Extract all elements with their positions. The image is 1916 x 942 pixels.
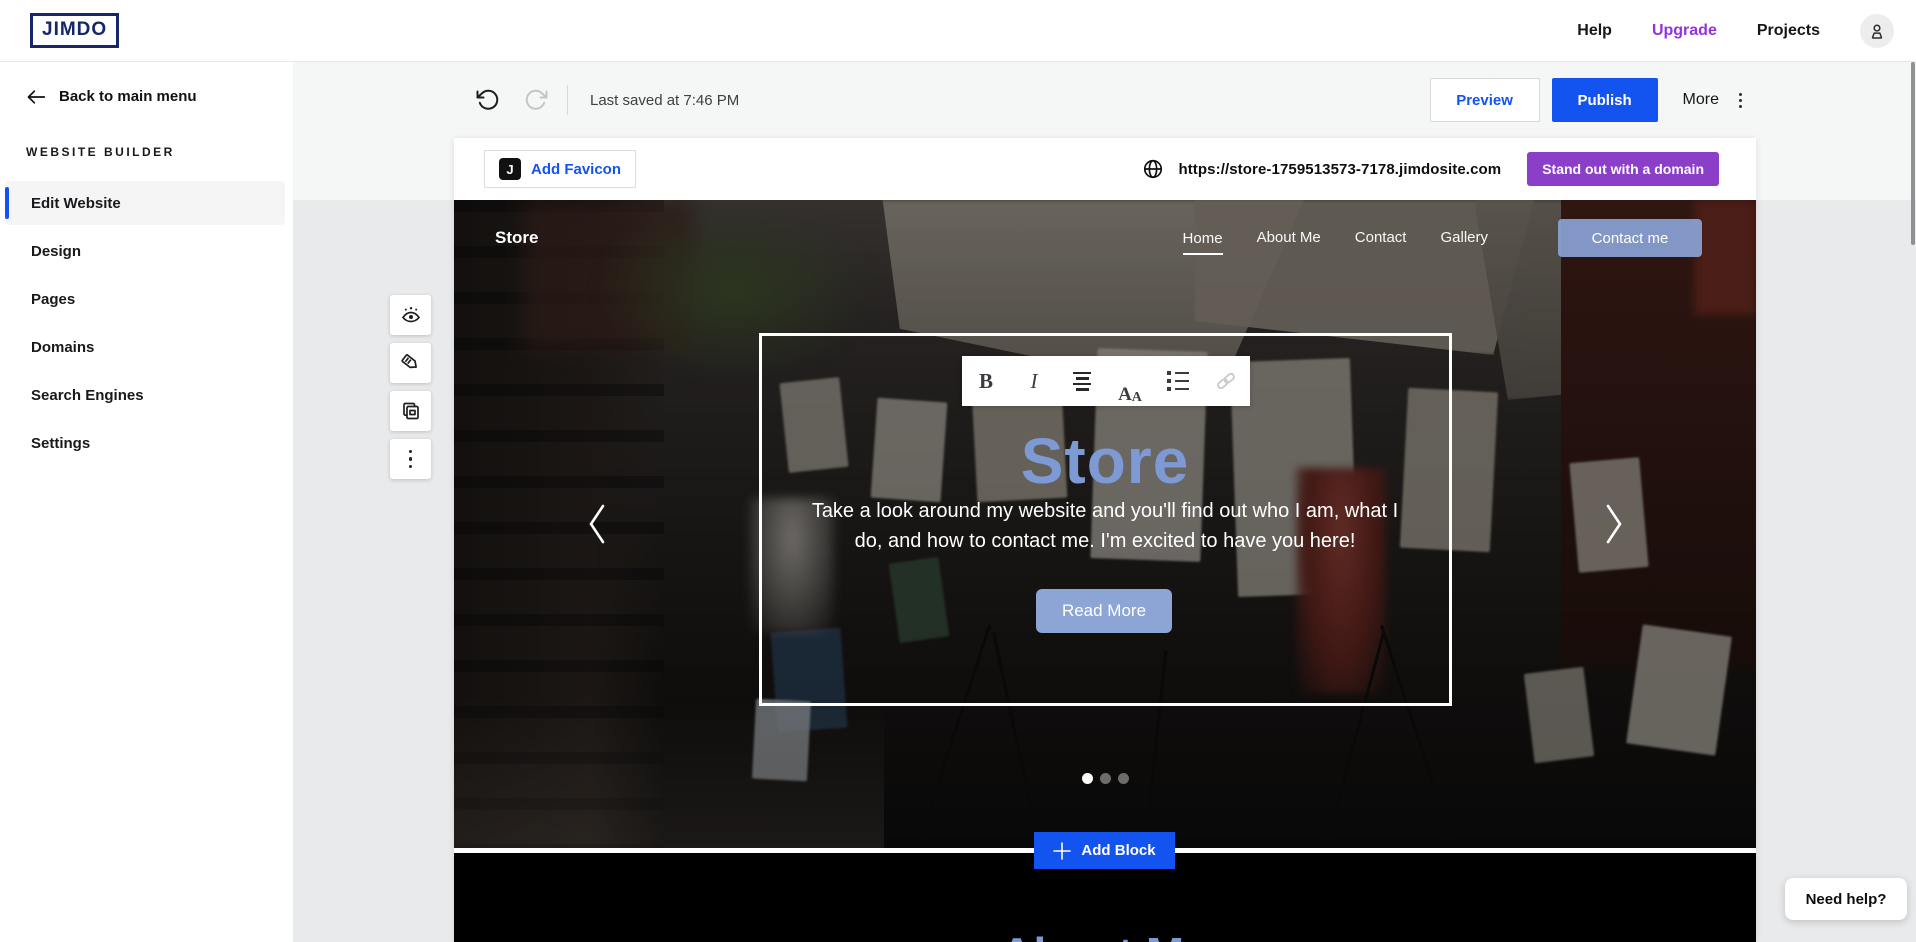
jimdo-logo[interactable]: JIMDO xyxy=(30,13,119,48)
favicon-domain-bar: J Add Favicon https://store-1759513573-7… xyxy=(454,138,1756,200)
site-nav-links: Home About Me Contact Gallery Contact me xyxy=(1183,219,1702,257)
back-to-main-menu[interactable]: Back to main menu xyxy=(0,62,293,105)
nav-contact[interactable]: Contact xyxy=(1355,229,1407,248)
back-label: Back to main menu xyxy=(59,88,197,105)
projects-link[interactable]: Projects xyxy=(1757,22,1820,40)
topbar-links: Help Upgrade Projects xyxy=(1577,14,1894,48)
carousel-dot-1[interactable] xyxy=(1082,773,1093,784)
site-navbar: Store Home About Me Contact Gallery Cont… xyxy=(454,200,1756,276)
add-favicon-button[interactable]: J Add Favicon xyxy=(484,150,636,188)
sidebar-item-search-engines[interactable]: Search Engines xyxy=(5,373,285,417)
carousel-dot-2[interactable] xyxy=(1100,773,1111,784)
sidebar-item-pages[interactable]: Pages xyxy=(5,277,285,321)
last-saved-status: Last saved at 7:46 PM xyxy=(590,92,739,109)
carousel-next-button[interactable] xyxy=(1603,503,1625,545)
website-preview-sheet: J Add Favicon https://store-1759513573-7… xyxy=(454,138,1756,942)
copy-icon xyxy=(399,399,423,423)
hero-body-text[interactable]: Take a look around my website and you'll… xyxy=(745,496,1465,556)
nav-home[interactable]: Home xyxy=(1183,230,1223,255)
undo-button[interactable] xyxy=(471,83,505,117)
add-favicon-label: Add Favicon xyxy=(531,161,621,178)
stand-out-domain-button[interactable]: Stand out with a domain xyxy=(1527,152,1719,186)
domain-info: https://store-1759513573-7178.jimdosite.… xyxy=(1142,152,1719,186)
more-kebab-icon[interactable] xyxy=(1735,89,1746,112)
duplicate-block-button[interactable] xyxy=(390,391,431,431)
publish-button[interactable]: Publish xyxy=(1552,78,1658,122)
block-more-button[interactable] xyxy=(390,439,431,479)
page-scrollbar-thumb[interactable] xyxy=(1911,62,1915,245)
account-avatar[interactable] xyxy=(1860,14,1894,48)
editor-main-area: Last saved at 7:46 PM Preview Publish Mo… xyxy=(293,62,1916,942)
carousel-prev-button[interactable] xyxy=(586,503,608,545)
toolbar-divider xyxy=(567,85,568,115)
read-more-button[interactable]: Read More xyxy=(1036,589,1172,633)
add-block-button[interactable]: Add Block xyxy=(1034,832,1175,869)
top-app-bar: JIMDO Help Upgrade Projects xyxy=(0,0,1916,62)
italic-button[interactable]: I xyxy=(1010,356,1058,406)
hide-block-button[interactable] xyxy=(390,295,431,335)
site-url: https://store-1759513573-7178.jimdosite.… xyxy=(1178,161,1501,178)
hero-title[interactable]: Store xyxy=(454,424,1756,498)
plus-icon xyxy=(1053,842,1071,860)
list-icon xyxy=(1167,371,1189,391)
more-button[interactable]: More xyxy=(1683,91,1719,109)
sidebar-menu: Edit Website Design Pages Domains Search… xyxy=(0,181,293,465)
bold-button[interactable]: B xyxy=(962,356,1010,406)
redo-icon xyxy=(524,88,548,112)
text-format-toolbar: B I AA xyxy=(962,356,1250,406)
tag-icon xyxy=(399,351,423,375)
add-block-label: Add Block xyxy=(1081,842,1155,859)
hero-section[interactable]: Store Home About Me Contact Gallery Cont… xyxy=(454,200,1756,848)
about-section-title[interactable]: About Me xyxy=(454,927,1756,942)
kebab-icon xyxy=(409,450,413,469)
carousel-dots xyxy=(454,773,1756,784)
arrow-left-icon xyxy=(26,89,46,105)
eye-icon xyxy=(399,303,423,327)
undo-icon xyxy=(476,88,500,112)
nav-about-me[interactable]: About Me xyxy=(1257,229,1321,248)
font-style-button[interactable]: AA xyxy=(1106,356,1154,406)
chevron-right-icon xyxy=(1603,503,1625,545)
sidebar-item-edit-website[interactable]: Edit Website xyxy=(5,181,285,225)
editor-toolbar: Last saved at 7:46 PM Preview Publish Mo… xyxy=(293,62,1916,138)
upgrade-link[interactable]: Upgrade xyxy=(1652,22,1717,40)
sidebar-item-domains[interactable]: Domains xyxy=(5,325,285,369)
sidebar-item-settings[interactable]: Settings xyxy=(5,421,285,465)
section-label: WEBSITE BUILDER xyxy=(0,105,293,159)
redo-button[interactable] xyxy=(519,83,553,117)
sidebar: Back to main menu WEBSITE BUILDER Edit W… xyxy=(0,62,293,942)
carousel-dot-3[interactable] xyxy=(1118,773,1129,784)
help-link[interactable]: Help xyxy=(1577,22,1612,40)
contact-me-button[interactable]: Contact me xyxy=(1558,219,1702,257)
site-brand[interactable]: Store xyxy=(495,228,538,248)
sidebar-item-design[interactable]: Design xyxy=(5,229,285,273)
block-tools xyxy=(390,295,431,479)
list-button[interactable] xyxy=(1154,356,1202,406)
style-block-button[interactable] xyxy=(390,343,431,383)
preview-button[interactable]: Preview xyxy=(1430,78,1540,122)
jimdo-website-builder: JIMDO Help Upgrade Projects Back to main… xyxy=(0,0,1916,942)
align-button[interactable] xyxy=(1058,356,1106,406)
link-button[interactable] xyxy=(1202,356,1250,406)
nav-gallery[interactable]: Gallery xyxy=(1440,229,1488,248)
link-icon xyxy=(1214,369,1238,393)
toolbar-actions: Preview Publish More xyxy=(1430,78,1746,122)
globe-icon xyxy=(1142,158,1164,180)
align-icon xyxy=(1073,372,1091,391)
person-icon xyxy=(1867,21,1887,41)
favicon-placeholder-icon: J xyxy=(499,158,521,180)
chevron-left-icon xyxy=(586,503,608,545)
need-help-button[interactable]: Need help? xyxy=(1785,878,1907,920)
